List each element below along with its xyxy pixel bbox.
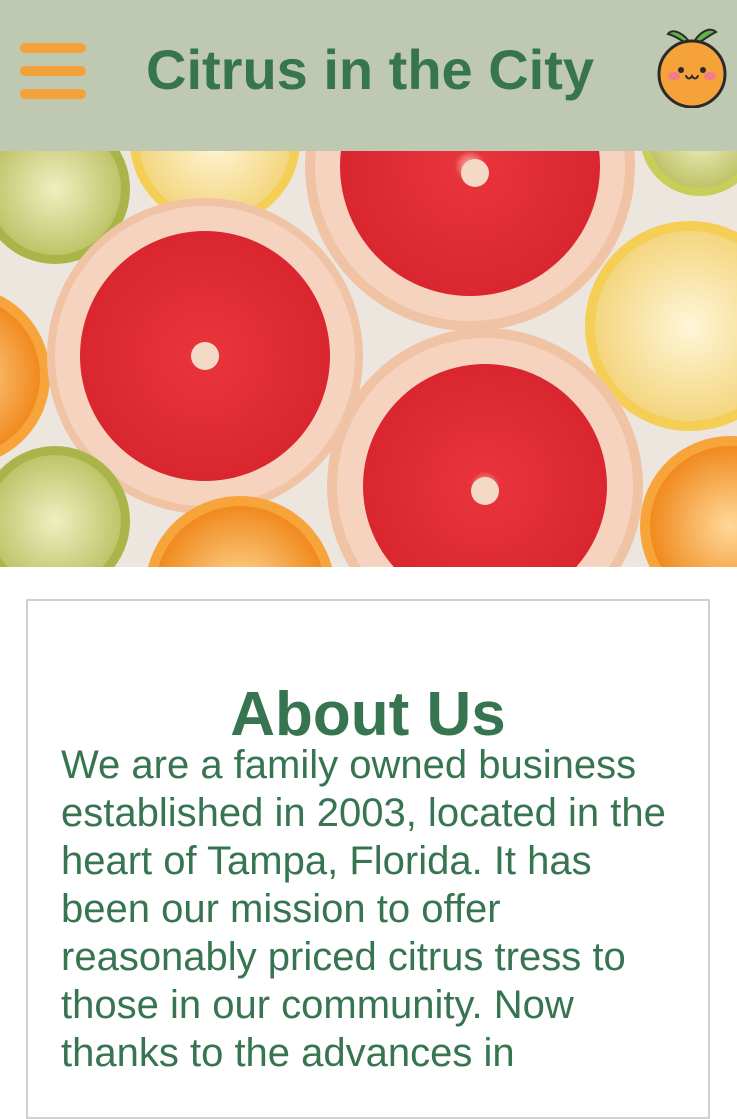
hero-citrus-image	[0, 151, 737, 567]
site-header: Citrus in the City	[0, 0, 737, 151]
citrus-slices-illustration	[0, 151, 737, 567]
menu-bar-bottom	[20, 89, 86, 99]
about-us-heading: About Us	[230, 679, 506, 749]
menu-bar-top	[20, 43, 86, 53]
smiling-orange-logo-icon[interactable]	[654, 24, 730, 109]
hamburger-menu-button[interactable]	[20, 43, 86, 101]
about-us-card: About Us We are a family owned business …	[26, 599, 710, 1119]
about-us-body-text: We are a family owned business establish…	[61, 743, 666, 1075]
menu-bar-middle	[20, 66, 86, 76]
site-title[interactable]: Citrus in the City	[146, 34, 594, 106]
